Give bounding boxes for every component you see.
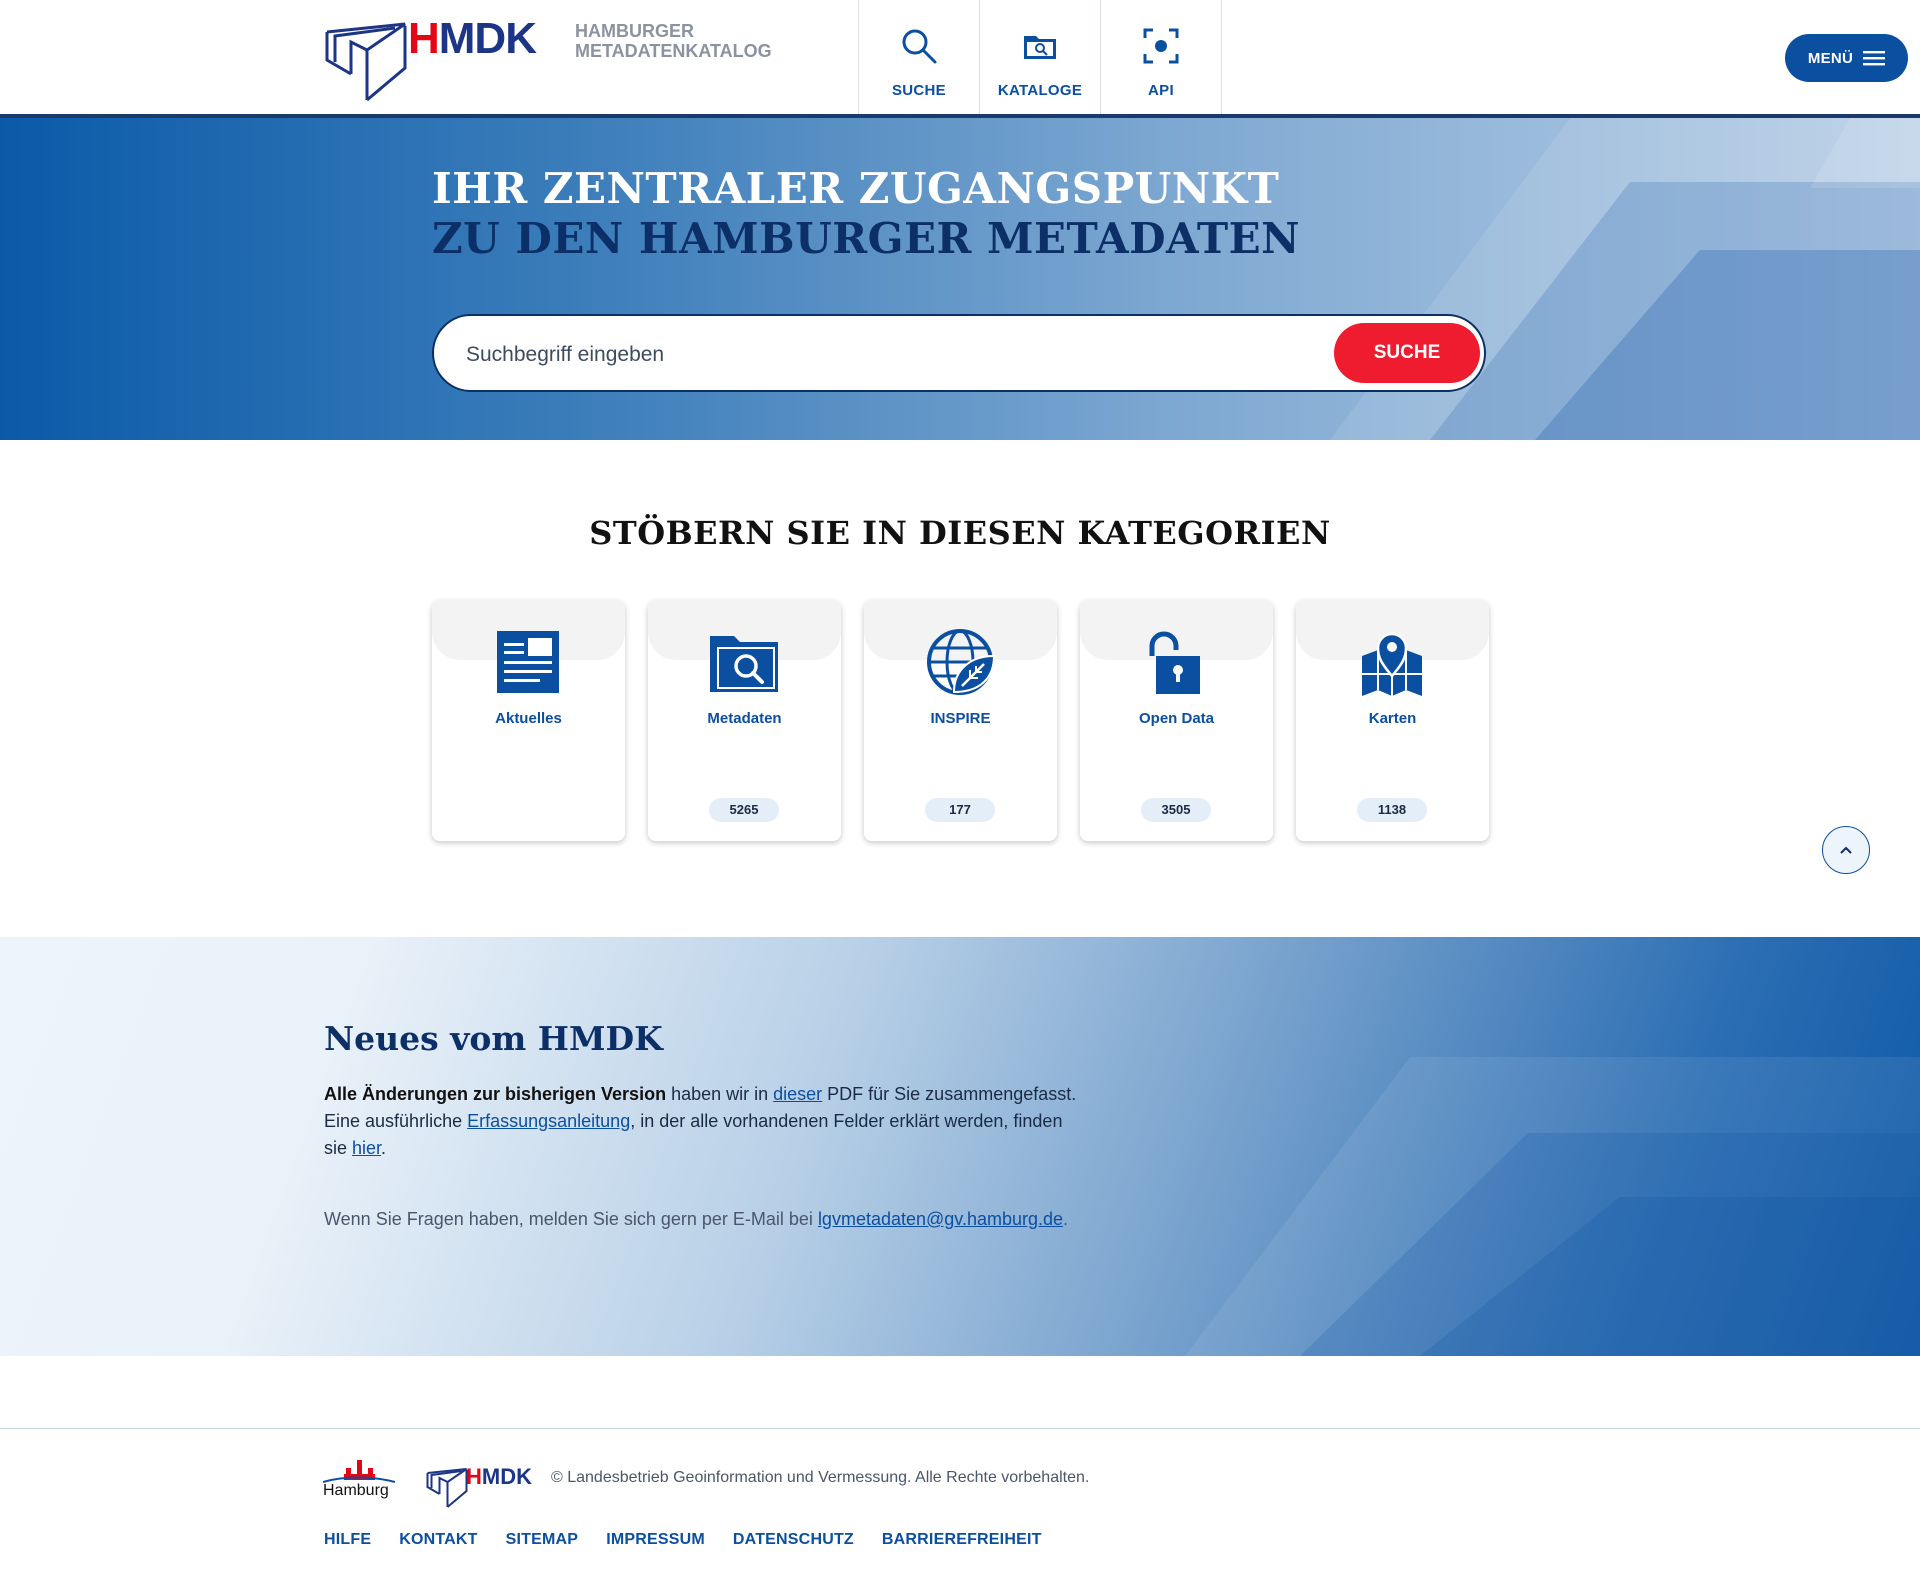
nav-label: API <box>1148 82 1174 99</box>
search-bar: SUCHE <box>432 314 1486 392</box>
category-label: INSPIRE <box>930 710 991 727</box>
folder-search-icon <box>1024 36 1056 59</box>
unlocked-icon <box>1149 631 1200 694</box>
footer-link-datenschutz[interactable]: DATENSCHUTZ <box>733 1531 854 1549</box>
category-card-aktuelles[interactable]: Aktuelles <box>432 600 625 841</box>
menu-button[interactable]: MENÜ <box>1785 34 1908 82</box>
hero-heading-line1: IHR ZENTRALER ZUGANGSPUNKT <box>432 164 1280 213</box>
hero-banner: IHR ZENTRALER ZUGANGSPUNKT ZU DEN HAMBUR… <box>0 118 1920 440</box>
hamburg-label: Hamburg <box>323 1482 389 1499</box>
category-label: Aktuelles <box>495 710 562 727</box>
logo-subtitle: HAMBURGER METADATENKATALOG <box>575 21 772 61</box>
category-card-open-data[interactable]: Open Data 3505 <box>1080 600 1273 841</box>
map-pin-icon <box>1362 632 1422 696</box>
nav-label: SUCHE <box>891 82 946 99</box>
news-bold-text: Alle Änderungen zur bisherigen Version <box>324 1084 667 1104</box>
hamburger-menu-icon <box>1863 51 1886 66</box>
footer-divider <box>0 1428 1920 1429</box>
hier-link[interactable]: hier <box>352 1138 381 1158</box>
news-section: Neues vom HMDK Alle Änderungen zur bishe… <box>0 937 1920 1356</box>
news-text: Eine ausführliche <box>324 1111 468 1131</box>
category-label: Karten <box>1368 710 1417 727</box>
pdf-link[interactable]: dieser <box>773 1084 822 1104</box>
footer-nav: HILFE KONTAKT SITEMAP IMPRESSUM DATENSCH… <box>324 1531 1042 1549</box>
footer-link-sitemap[interactable]: SITEMAP <box>506 1531 579 1549</box>
news-text: . <box>381 1138 387 1158</box>
category-count-badge: 3505 <box>1141 798 1211 822</box>
footer-hmdk-logo-text[interactable]: HMDK <box>466 1464 532 1490</box>
news-text: haben wir in <box>666 1084 774 1104</box>
category-count-badge: 5265 <box>709 798 779 822</box>
email-link[interactable]: lgvmetadaten@gv.hamburg.de <box>818 1209 1063 1229</box>
nav-item-api[interactable]: API <box>1101 0 1222 114</box>
category-label: Open Data <box>1138 710 1214 727</box>
news-text: Wenn Sie Fragen haben, melden Sie sich g… <box>324 1209 818 1229</box>
news-paragraph-1: Alle Änderungen zur bisherigen Version h… <box>324 1081 1084 1162</box>
footer-link-hilfe[interactable]: HILFE <box>324 1531 371 1549</box>
hmdk-logo-icon[interactable] <box>325 22 407 102</box>
category-card-metadaten[interactable]: Metadaten 5265 <box>648 600 841 841</box>
news-icon <box>497 631 559 693</box>
hmdk-logo-text[interactable]: HMDK <box>408 14 537 64</box>
api-focus-icon <box>1143 28 1179 64</box>
search-input[interactable] <box>464 338 1228 372</box>
category-cards: Aktuelles Metadaten 5265 INSPIRE 177 Ope… <box>432 600 1489 841</box>
category-card-karten[interactable]: Karten 1138 <box>1296 600 1489 841</box>
menu-label: MENÜ <box>1807 49 1854 67</box>
category-label: Metadaten <box>707 710 782 727</box>
folder-search-icon <box>710 636 778 692</box>
chevron-up-icon <box>1840 846 1852 854</box>
news-text: PDF für Sie zusammengefasst. <box>822 1084 1077 1104</box>
main-nav: SUCHE KATALOGE API <box>858 0 1222 114</box>
category-card-inspire[interactable]: INSPIRE 177 <box>864 600 1057 841</box>
globe-leaf-icon <box>927 629 996 695</box>
footer-link-impressum[interactable]: IMPRESSUM <box>606 1531 705 1549</box>
erfassungsanleitung-link[interactable]: Erfassungsanleitung <box>467 1111 630 1131</box>
nav-item-kataloge[interactable]: KATALOGE <box>980 0 1101 114</box>
site-header: HMDK HAMBURGER METADATENKATALOG SUCHE KA… <box>0 0 1920 116</box>
back-to-top-button[interactable] <box>1822 826 1870 874</box>
news-paragraph-contact: Wenn Sie Fragen haben, melden Sie sich g… <box>324 1206 1084 1233</box>
category-count-badge: 177 <box>925 798 995 822</box>
news-text: . <box>1063 1209 1069 1229</box>
nav-label: KATALOGE <box>997 82 1083 99</box>
search-icon <box>902 29 937 64</box>
hmdk-logo-icon[interactable] <box>426 1468 468 1508</box>
hero-heading-line2: ZU DEN HAMBURGER METADATEN <box>432 214 1300 263</box>
category-count-badge: 1138 <box>1357 798 1427 822</box>
footer-link-kontakt[interactable]: KONTAKT <box>399 1531 477 1549</box>
news-heading: Neues vom HMDK <box>324 1019 663 1058</box>
footer-link-barrierefreiheit[interactable]: BARRIEREFREIHEIT <box>882 1531 1042 1549</box>
search-button[interactable]: SUCHE <box>1334 323 1480 383</box>
copyright-text: © Landesbetrieb Geoinformation und Verme… <box>551 1469 1090 1486</box>
nav-item-suche[interactable]: SUCHE <box>859 0 980 114</box>
categories-heading: STÖBERN SIE IN DIESEN KATEGORIEN <box>589 514 1331 552</box>
